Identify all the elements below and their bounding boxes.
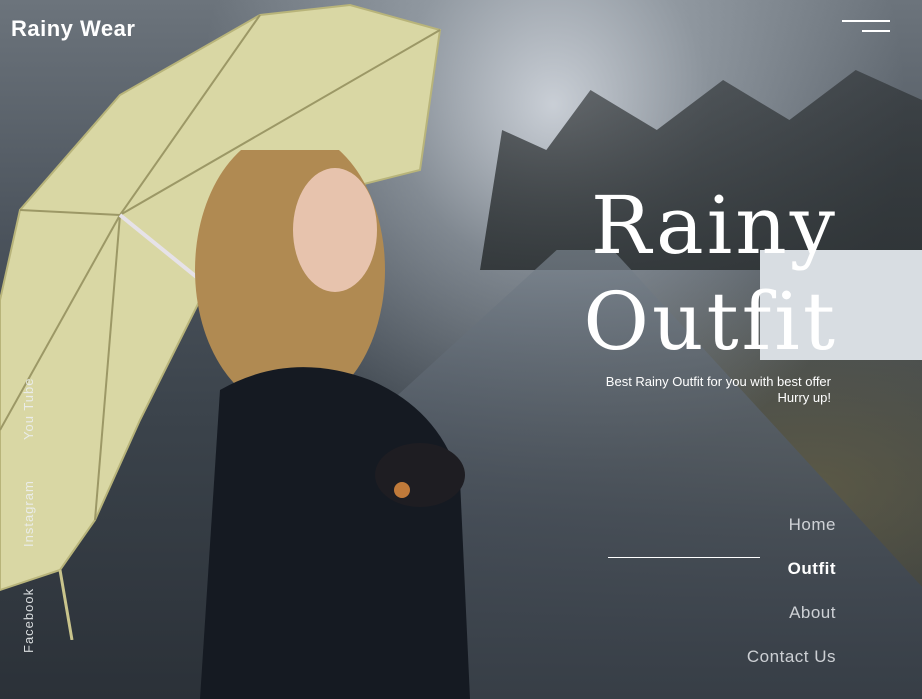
social-link-facebook[interactable]: Facebook: [21, 588, 36, 653]
tagline-line-2: Hurry up!: [777, 390, 831, 405]
nav-item-home[interactable]: Home: [747, 503, 836, 547]
nav-active-indicator: [608, 557, 760, 558]
menu-line-top: [842, 20, 890, 22]
hero-tagline: Best Rainy Outfit for you with best offe…: [606, 374, 831, 406]
social-link-instagram[interactable]: Instagram: [21, 480, 36, 547]
hamburger-menu-icon[interactable]: [842, 18, 890, 36]
social-link-youtube[interactable]: You Tube: [21, 378, 36, 440]
woman-figure: [195, 150, 470, 699]
headline-line-2: Outfit: [583, 275, 838, 368]
nav-item-contact-us[interactable]: Contact Us: [747, 635, 836, 679]
nav-item-about[interactable]: About: [747, 591, 836, 635]
tagline-line-1: Best Rainy Outfit for you with best offe…: [605, 374, 831, 389]
main-nav: Home Outfit About Contact Us: [747, 503, 836, 679]
headline-line-1: Rainy: [590, 179, 838, 272]
menu-line-bottom: [862, 30, 890, 32]
nav-item-outfit[interactable]: Outfit: [747, 547, 836, 591]
brand-logo[interactable]: Rainy Wear: [11, 16, 135, 42]
hero-headline: Rainy Outfit: [583, 178, 838, 370]
